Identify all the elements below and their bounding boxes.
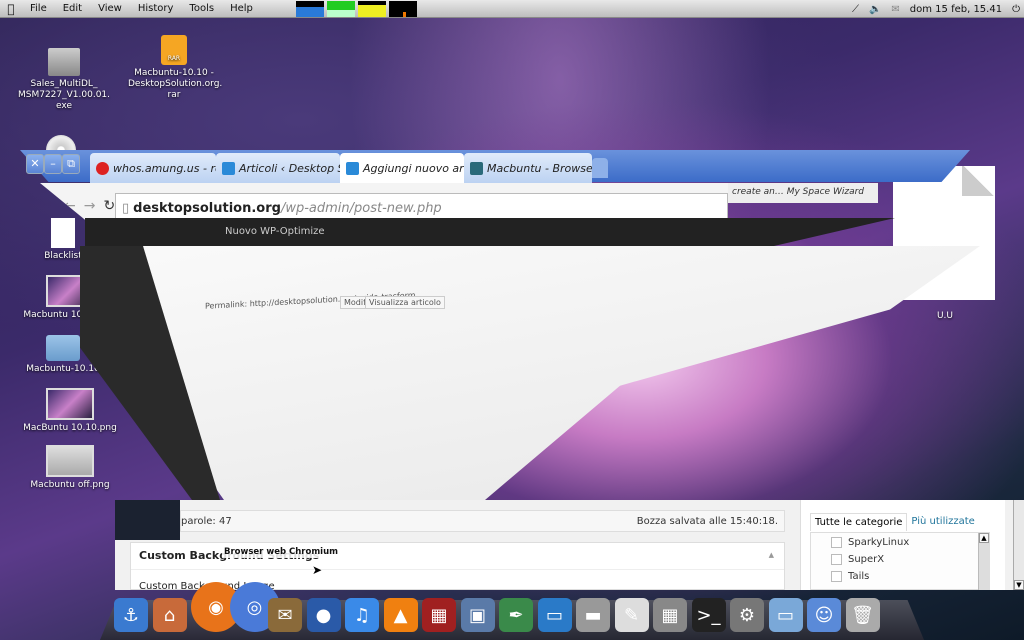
system-preferences-icon[interactable]: ⚙ <box>730 598 764 632</box>
image-thumbnail-icon <box>46 445 94 477</box>
network-graph-icon[interactable] <box>358 1 386 17</box>
rar-archive-icon: RAR <box>161 35 187 65</box>
photo-booth-icon[interactable]: ▦ <box>422 598 456 632</box>
anchor-icon[interactable]: ⚓ <box>114 598 148 632</box>
image-thumbnail-icon <box>46 388 94 420</box>
back-icon[interactable]: ← <box>64 198 76 214</box>
word-count: parole: 47 <box>181 516 232 527</box>
new-tab-button[interactable] <box>592 158 608 178</box>
checkbox[interactable] <box>831 571 842 582</box>
draft-saved: Bozza salvata alle 15:40:18. <box>637 516 778 527</box>
menu-file[interactable]: File <box>22 3 55 14</box>
editor-status-bar: parole: 47 Bozza salvata alle 15:40:18. <box>180 510 785 532</box>
itunes-icon[interactable]: ♫ <box>345 598 379 632</box>
wp-admin-bar: Nuovo WP-Optimize <box>85 218 895 248</box>
scanner-icon[interactable]: ▬ <box>576 598 610 632</box>
forward-icon[interactable]: → <box>84 198 96 214</box>
desktop-icon-uu-label: U.U <box>930 311 960 322</box>
screen-icon[interactable]: ▭ <box>538 598 572 632</box>
power-icon[interactable]: ⏻ <box>1012 4 1020 15</box>
menu-edit[interactable]: Edit <box>55 3 90 14</box>
category-superx[interactable]: SuperX <box>831 554 884 565</box>
favicon-icon <box>222 162 235 175</box>
document-icon <box>51 218 75 248</box>
maximize-window-button[interactable]: ⧉ <box>62 154 80 174</box>
mail-icon[interactable]: ✉ <box>891 4 899 15</box>
menu-bar:  File Edit View History Tools Help ⟋ 🔈 … <box>0 0 1024 18</box>
finder-icon[interactable]: ☺ <box>807 598 841 632</box>
bubbles-icon[interactable]: ● <box>307 598 341 632</box>
desktop-icon-macbuntu2-png[interactable]: MacBuntu 10.10.png <box>20 388 120 434</box>
trash-icon[interactable]: 🗑 <box>846 598 880 632</box>
mail-icon[interactable]: ✉ <box>268 598 302 632</box>
tab-all-categories[interactable]: Tutte le categorie <box>810 513 907 531</box>
menu-help[interactable]: Help <box>222 3 261 14</box>
dock-tooltip: Browser web Chromium <box>222 546 340 558</box>
checkbox[interactable] <box>831 537 842 548</box>
network-icon[interactable]: ⟋ <box>852 4 859 15</box>
desktop-icon-macbuntu-rar[interactable]: RAR Macbuntu-10.10 - DesktopSolution.org… <box>128 35 220 101</box>
vlc-icon[interactable]: ▲ <box>384 598 418 632</box>
checkbox[interactable] <box>831 554 842 565</box>
desktop-icon-macbuntu-off[interactable]: Macbuntu off.png <box>20 445 120 491</box>
home-icon[interactable]: ⌂ <box>153 598 187 632</box>
desktop-gap <box>115 500 180 540</box>
tab-aggiungi-articolo[interactable]: Aggiungi nuovo articolo ‹x <box>340 153 464 183</box>
computer-phone-icon <box>48 48 80 76</box>
view-post-button[interactable]: Visualizza articolo <box>365 296 445 309</box>
category-list: SparkyLinux SuperX Tails <box>810 532 990 590</box>
category-sparkylinux[interactable]: SparkyLinux <box>831 537 909 548</box>
calculator-icon[interactable]: ▦ <box>653 598 687 632</box>
admin-bar-items[interactable]: Nuovo WP-Optimize <box>225 226 325 237</box>
category-scrollbar[interactable]: ▲ <box>978 533 989 590</box>
tab-macbuntu-browse[interactable]: Macbuntu - Browse Filesx <box>464 153 592 183</box>
clock[interactable]: dom 15 feb, 15.41 <box>910 4 1002 15</box>
favicon-icon <box>470 162 483 175</box>
menu-view[interactable]: View <box>90 3 130 14</box>
minimize-window-button[interactable]: – <box>44 154 62 174</box>
favicon-icon <box>96 162 109 175</box>
page-fold-icon <box>962 166 995 196</box>
mouse-cursor-icon: ➤ <box>312 563 322 577</box>
menu-history[interactable]: History <box>130 3 182 14</box>
apple-icon[interactable]:  <box>0 2 22 16</box>
wp-editor-page-curled <box>80 246 980 500</box>
feather-icon[interactable]: ✒ <box>499 598 533 632</box>
reload-icon[interactable]: ↻ <box>103 198 115 214</box>
menu-tools[interactable]: Tools <box>181 3 222 14</box>
tab-articoli[interactable]: Articoli ‹ Desktop Solutiox <box>216 153 340 183</box>
bookmarks-bar[interactable]: create an… My Space Wizard <box>728 183 878 203</box>
tab-most-used[interactable]: Più utilizzate <box>907 513 978 531</box>
close-window-button[interactable]: ✕ <box>26 154 44 174</box>
page-icon: ▯ <box>122 201 129 216</box>
iphoto-icon[interactable]: ▣ <box>461 598 495 632</box>
collapse-icon[interactable]: ▲ <box>769 551 774 559</box>
desktop-icon-sales-exe[interactable]: Sales_MultiDL_ MSM7227_V1.00.01. exe <box>14 48 114 112</box>
folder-icon <box>46 335 80 361</box>
terminal-icon[interactable]: >_ <box>692 598 726 632</box>
cpu-graph-icon[interactable] <box>296 1 324 17</box>
tab-whos-amung[interactable]: whos.amung.us - readex <box>90 153 216 183</box>
memory-graph-icon[interactable] <box>327 1 355 17</box>
page-scrollbar[interactable]: ▼ <box>1013 500 1024 590</box>
disk-graph-icon[interactable] <box>389 1 417 17</box>
favicon-icon <box>346 162 359 175</box>
folder-icon[interactable]: ▭ <box>769 598 803 632</box>
category-tails[interactable]: Tails <box>831 571 869 582</box>
textedit-icon[interactable]: ✎ <box>615 598 649 632</box>
volume-icon[interactable]: 🔈 <box>869 4 881 15</box>
